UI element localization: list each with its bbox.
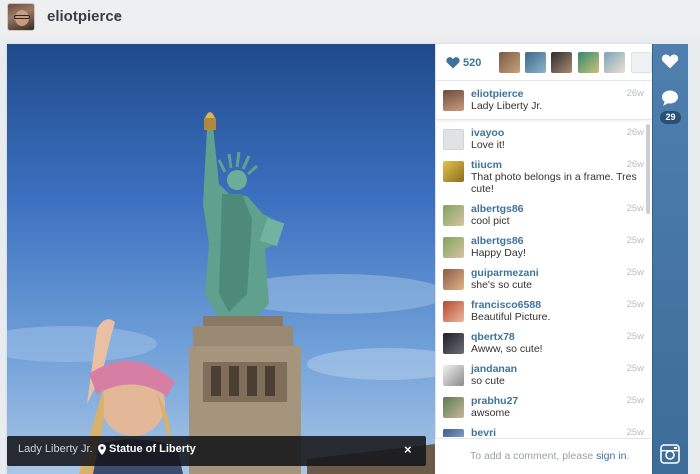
comment-text: That photo belongs in a frame. Tres cute… [471,171,637,195]
liker-avatar[interactable] [578,52,599,73]
username-menu[interactable]: eliotpierce [47,8,122,25]
comment-username[interactable]: albertgs86 [471,203,524,215]
avatar[interactable] [443,333,464,354]
avatar[interactable] [443,397,464,418]
heart-icon[interactable] [446,56,460,69]
comment-prompt: To add a comment, please sign in. [470,450,629,462]
comment-text: Awww, so cute! [471,343,543,355]
avatar[interactable] [443,269,464,290]
location-pin-icon [98,444,106,455]
chevron-down-icon[interactable]: ▾ [115,10,120,21]
comment-time: 25w [626,267,644,278]
liker-avatar[interactable] [604,52,625,73]
heart-icon[interactable] [661,53,679,69]
comment-item: albertgs86 25w Happy Day! [443,235,648,263]
avatar[interactable] [443,301,464,322]
comment-item: prabhu27 25w awsome [443,395,648,423]
comment-text: awsome [471,407,511,419]
instagram-logo-icon[interactable] [660,444,680,464]
photo [7,44,435,474]
comment-time: 25w [626,235,644,246]
comment-time: 25w [626,299,644,310]
liker-avatar[interactable] [525,52,546,73]
avatar[interactable] [443,129,464,150]
avatar[interactable] [443,90,464,111]
photo-illustration [7,112,435,474]
comment-username[interactable]: tiiucm [471,159,502,171]
comment-item: qbertx78 25w Awww, so cute! [443,331,648,359]
comment-text: Beautiful Picture. [471,311,551,323]
comment-text: Lady Liberty Jr. [471,100,543,112]
comment-item: albertgs86 25w cool pict [443,203,648,231]
divider [435,119,652,122]
comment-username[interactable]: prabhu27 [471,395,518,407]
avatar[interactable] [443,237,464,258]
comment-prompt-period: . [626,450,630,462]
avatar[interactable] [443,205,464,226]
comment-time: 25w [626,395,644,406]
location-link[interactable]: Statue of Liberty [109,443,196,455]
comment-prompt-text: To add a comment, please [470,450,597,462]
user-avatar[interactable] [7,3,35,31]
comment-time: 26w [626,127,644,138]
comment-bubble-icon[interactable] [661,90,679,106]
comment-time: 25w [626,331,644,342]
sign-in-link[interactable]: sign in [596,450,626,462]
comment-username[interactable]: jandanan [471,363,517,375]
like-count: 520 [463,57,482,69]
comment-item: bevri 25w [443,427,648,437]
comment-username[interactable]: ivayoo [471,127,504,139]
liker-avatar[interactable] [551,52,572,73]
action-strip [652,44,688,474]
comment-item: tiiucm 26w That photo belongs in a frame… [443,159,648,199]
avatar-glasses [14,15,30,19]
comment-time: 25w [626,427,644,437]
avatar[interactable] [443,161,464,182]
avatar[interactable] [443,429,464,437]
comment-username[interactable]: bevri [471,427,496,437]
comment-text: Happy Day! [471,247,526,259]
photo-caption: Lady Liberty Jr. [18,443,93,455]
comment-item: jandanan 25w so cute [443,363,648,391]
avatar[interactable] [443,365,464,386]
comment-count-badge: 29 [660,111,681,124]
comment-item: ivayoo 26w Love it! [443,127,648,155]
comment-text: so cute [471,375,505,387]
comment-text: cool pict [471,215,510,227]
owner-caption: eliotpierce 26w Lady Liberty Jr. [443,88,648,118]
comment-time: 25w [626,363,644,374]
comment-time: 26w [626,159,644,170]
comment-username[interactable]: eliotpierce [471,88,524,100]
comment-time: 25w [626,203,644,214]
comment-item: francisco6588 25w Beautiful Picture. [443,299,648,327]
comment-username[interactable]: guiparmezani [471,267,539,279]
comment-time: 26w [626,88,644,99]
close-icon[interactable]: × [404,442,412,457]
liker-avatar[interactable] [499,52,520,73]
comment-text: Love it! [471,139,505,151]
comment-item: guiparmezani 25w she's so cute [443,267,648,295]
comment-username[interactable]: albertgs86 [471,235,524,247]
comment-username[interactable]: qbertx78 [471,331,515,343]
comment-text: she's so cute [471,279,532,291]
comment-username[interactable]: francisco6588 [471,299,541,311]
liker-avatar[interactable] [631,52,652,73]
